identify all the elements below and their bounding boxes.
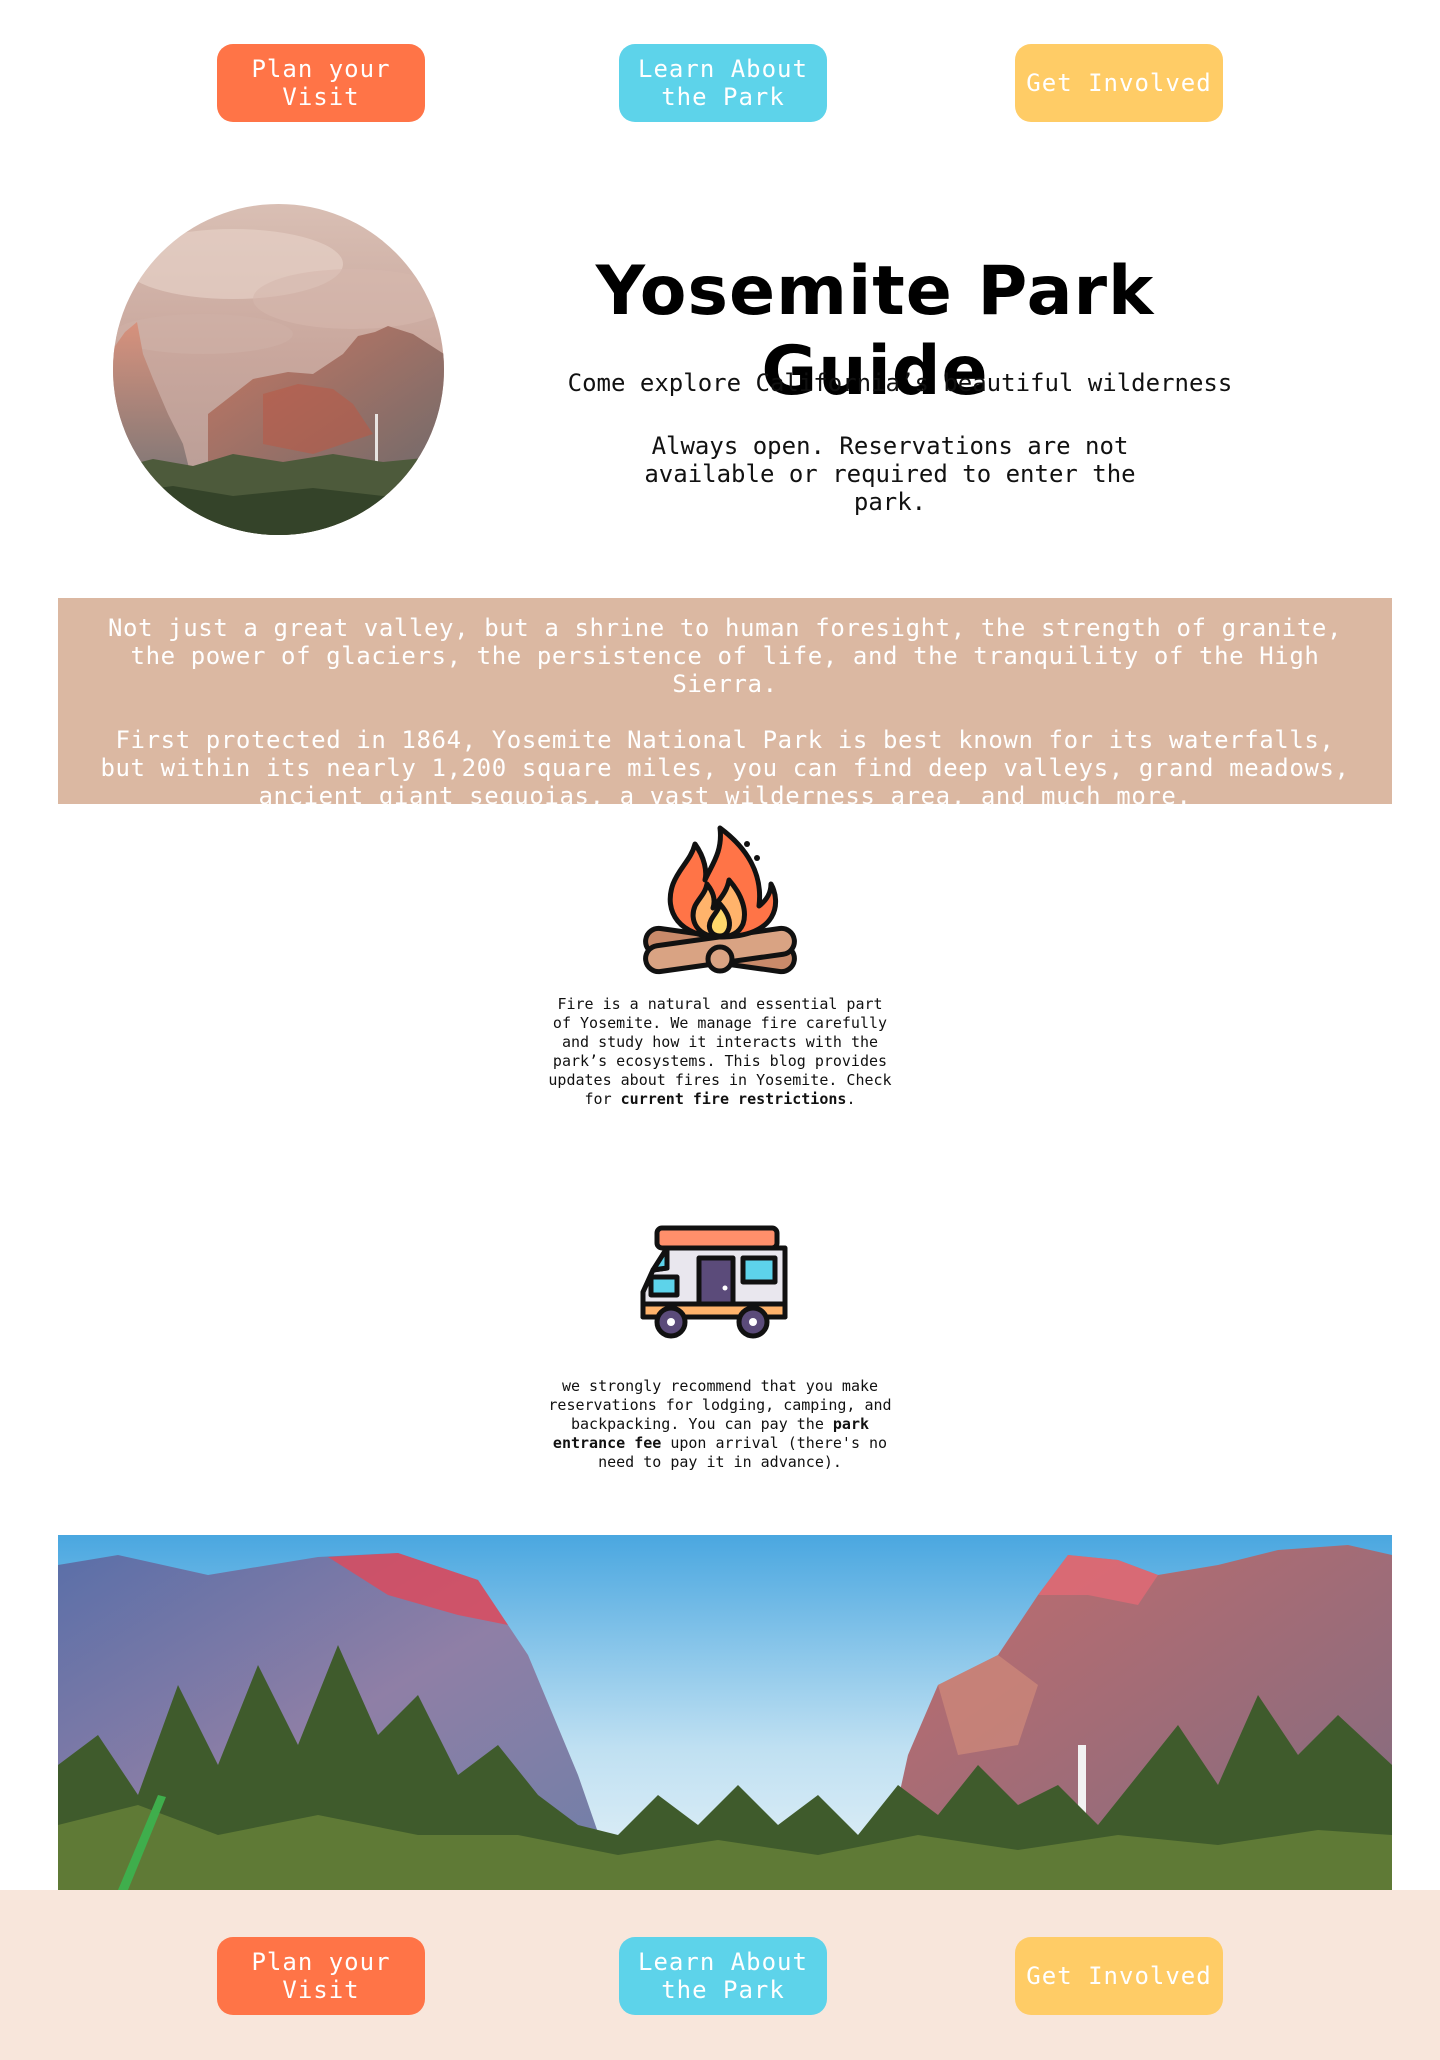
intro-paragraph-1: Not just a great valley, but a shrine to…: [107, 614, 1343, 698]
rv-camper-icon: [635, 1222, 805, 1344]
reservations-blurb: we strongly recommend that you make rese…: [540, 1377, 900, 1472]
hero-subtitle: Come explore California’s beautiful wild…: [567, 369, 1233, 397]
footer-get-involved-button[interactable]: Get Involved: [1015, 1937, 1223, 2015]
landscape-photo: [58, 1535, 1392, 1890]
intro-paragraph-2: First protected in 1864, Yosemite Nation…: [100, 726, 1350, 810]
footer: Plan your Visit Learn About the Park Get…: [0, 1890, 1440, 2060]
footer-nav: Plan your Visit Learn About the Park Get…: [0, 1937, 1440, 2017]
footer-learn-about-park-button[interactable]: Learn About the Park: [619, 1937, 827, 2015]
fire-restrictions-link[interactable]: current fire restrictions: [621, 1090, 847, 1108]
hero-yosemite-photo: [113, 204, 444, 535]
fire-blurb: Fire is a natural and essential part of …: [545, 995, 895, 1109]
hero-hours-note: Always open. Reservations are not availa…: [644, 432, 1136, 516]
fire-text-after: .: [846, 1090, 856, 1108]
learn-about-park-button[interactable]: Learn About the Park: [619, 44, 827, 122]
plan-visit-button[interactable]: Plan your Visit: [217, 44, 425, 122]
footer-plan-visit-button[interactable]: Plan your Visit: [217, 1937, 425, 2015]
campfire-icon: [635, 822, 805, 982]
top-nav: Plan your Visit Learn About the Park Get…: [0, 44, 1440, 124]
get-involved-button[interactable]: Get Involved: [1015, 44, 1223, 122]
intro-band: Not just a great valley, but a shrine to…: [58, 598, 1392, 810]
